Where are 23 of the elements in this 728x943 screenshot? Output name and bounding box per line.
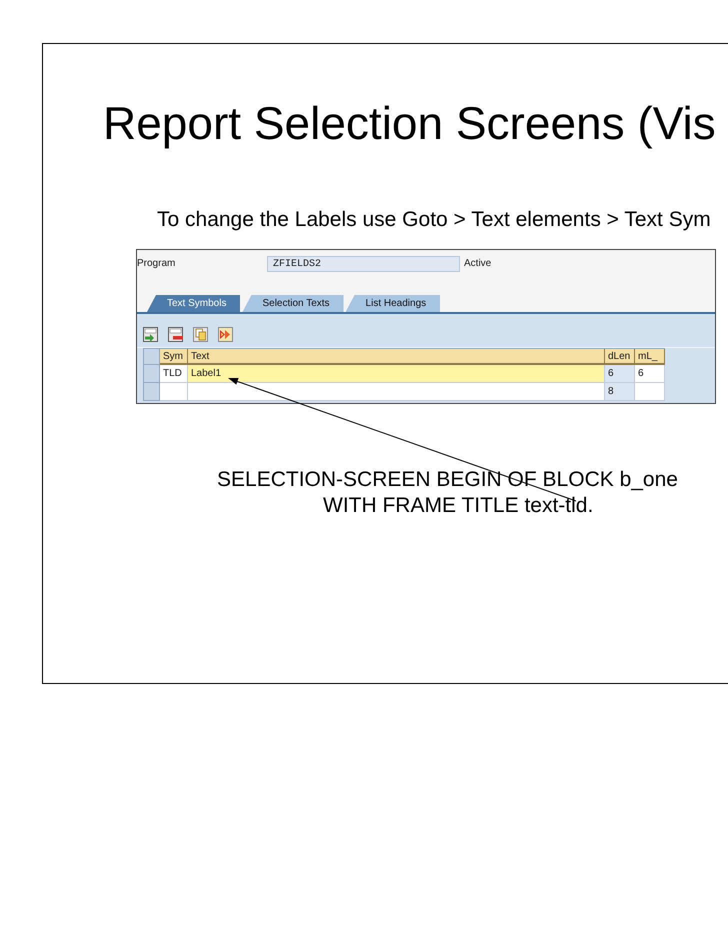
instruction-text: To change the Labels use Goto > Text elements > Text Sym <box>157 209 711 230</box>
copy-icon[interactable] <box>193 327 208 342</box>
table-cell: 6 <box>605 365 635 383</box>
column-header: dLen <box>605 349 635 365</box>
table-cell: 6 <box>635 365 665 383</box>
table-cell: Label1 <box>188 365 605 383</box>
program-label: Program <box>137 257 176 271</box>
table-cell: TLD <box>160 365 188 383</box>
program-field[interactable]: ZFIELDS2 <box>267 256 460 272</box>
insert-row-icon[interactable] <box>143 327 158 342</box>
delete-row-icon[interactable] <box>168 327 183 342</box>
column-header: Text <box>188 349 605 365</box>
column-header: Sym <box>160 349 188 365</box>
column-header: mL_ <box>635 349 665 365</box>
table-cell: 8 <box>605 383 635 401</box>
tab[interactable]: List Headings <box>346 295 440 312</box>
status-text: Active <box>464 257 492 271</box>
code-line: WITH FRAME TITLE text-tld. <box>323 493 594 519</box>
double-chevron-icon[interactable] <box>218 327 233 342</box>
tab[interactable]: Text Symbols <box>147 295 240 312</box>
slide-title: Report Selection Screens (Vis <box>103 100 716 146</box>
tab[interactable]: Selection Texts <box>242 295 344 312</box>
select-all-cell[interactable] <box>144 349 160 365</box>
